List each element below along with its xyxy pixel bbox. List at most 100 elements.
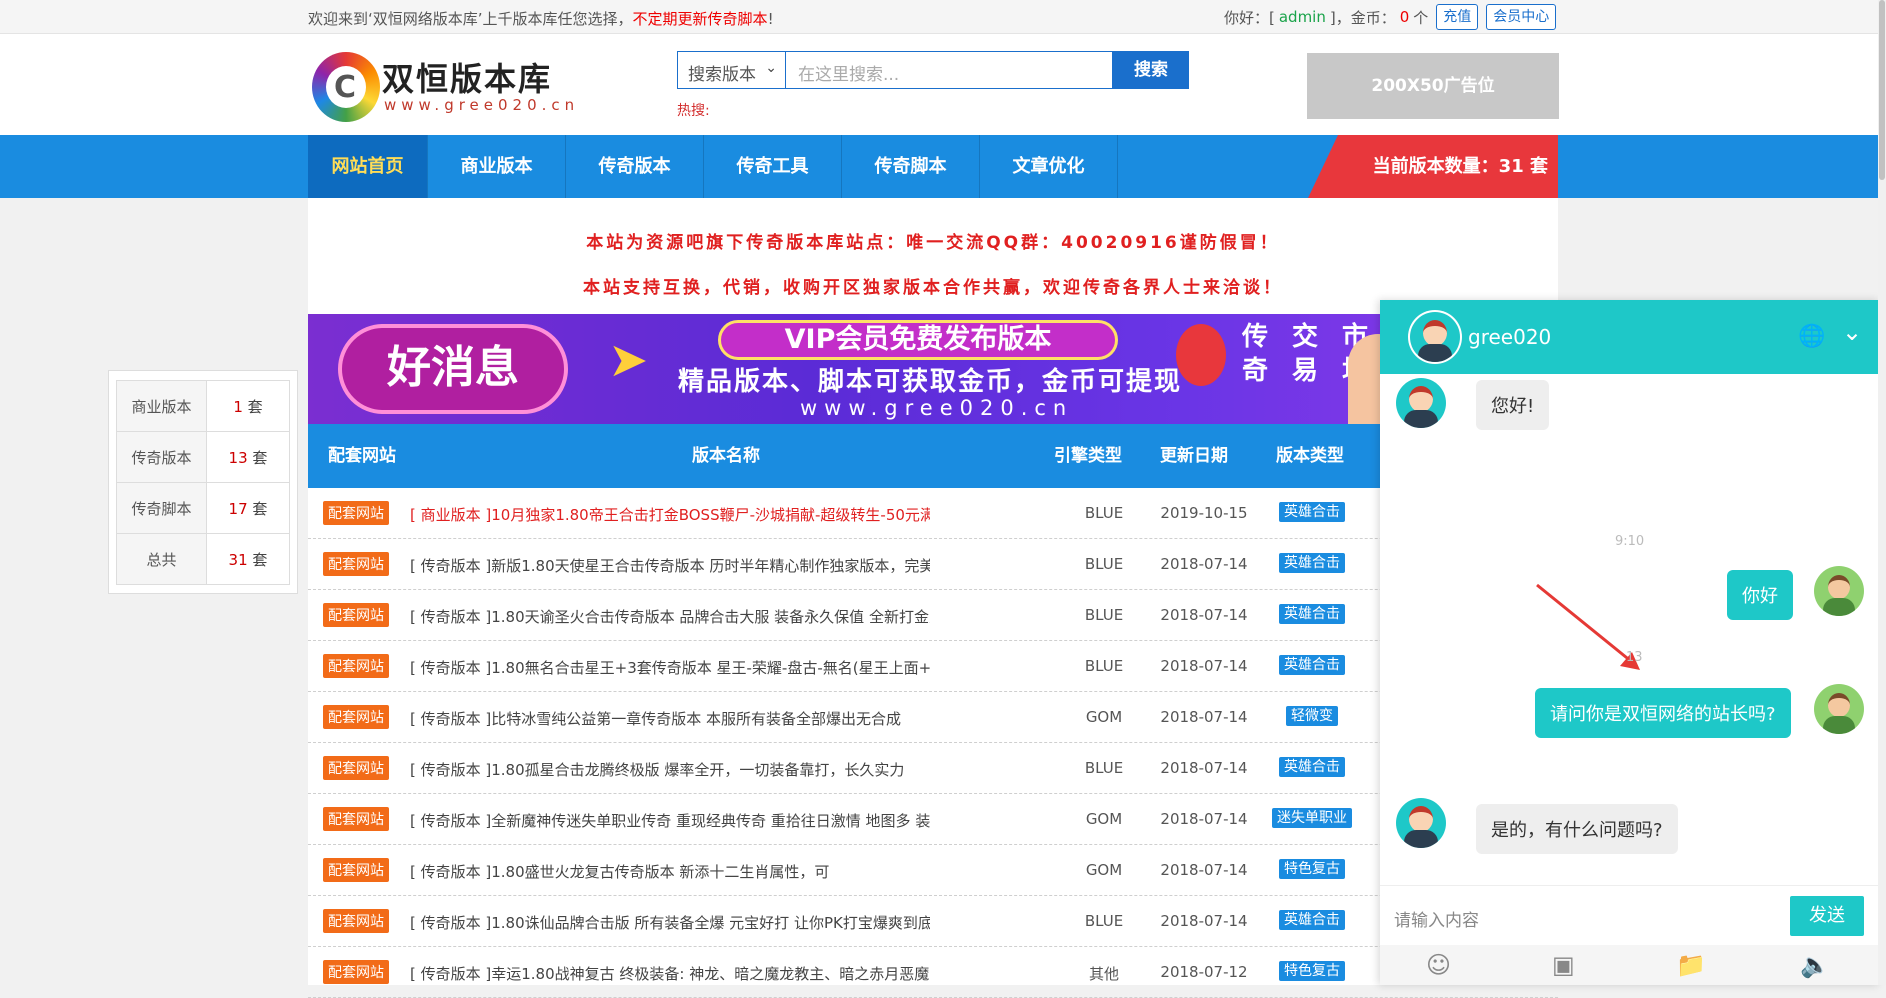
chat-input[interactable]: 请输入内容 <box>1394 906 1479 931</box>
page-scrollbar[interactable] <box>1878 0 1886 985</box>
version-type[interactable]: 英雄合击 <box>1272 756 1352 777</box>
version-type-badge[interactable]: 英雄合击 <box>1279 910 1345 930</box>
image-icon[interactable]: ▣ <box>1552 951 1575 979</box>
version-type[interactable]: 迷失单职业 <box>1272 807 1352 828</box>
chat-message-agent: 是的，有什么问题吗? <box>1476 804 1678 854</box>
version-type[interactable]: 英雄合击 <box>1272 603 1352 624</box>
version-type[interactable]: 特色复古 <box>1272 858 1352 879</box>
site-badge[interactable]: 配套网站 <box>323 705 389 729</box>
good-news-badge: 好消息 <box>338 324 568 414</box>
version-type[interactable]: 英雄合击 <box>1272 552 1352 573</box>
nav-item-home[interactable]: 网站首页 <box>308 135 428 198</box>
version-type-badge[interactable]: 轻微变 <box>1286 706 1338 726</box>
version-title[interactable]: [ 传奇版本 ]1.80孤星合击龙腾终极版 爆率全开，一切装备靠打，长久实力 <box>410 759 930 780</box>
search-button[interactable]: 搜索 <box>1113 51 1189 89</box>
version-type-badge[interactable]: 英雄合击 <box>1279 604 1345 624</box>
search-type-select[interactable]: 搜索版本 ⌄ <box>677 51 785 89</box>
site-badge[interactable]: 配套网站 <box>323 909 389 933</box>
engine-type: BLUE <box>1084 657 1124 675</box>
logo-mark: C <box>312 52 380 122</box>
site-badge[interactable]: 配套网站 <box>323 756 389 780</box>
recharge-button[interactable]: 充值 <box>1436 4 1479 30</box>
site-logo[interactable]: C 双恒版本库 www.gree020.cn <box>312 52 582 122</box>
site-badge[interactable]: 配套网站 <box>323 552 389 576</box>
version-title[interactable]: [ 传奇版本 ]幸运1.80战神复古 终极装备: 神龙、暗之魔龙教主、暗之赤月恶… <box>410 963 930 984</box>
version-type-badge[interactable]: 英雄合击 <box>1279 655 1345 675</box>
vip-subtitle: 精品版本、脚本可获取金币，金币可提现 <box>678 367 1183 397</box>
version-type[interactable]: 特色复古 <box>1272 960 1352 981</box>
member-center-button[interactable]: 会员中心 <box>1486 4 1557 30</box>
update-date: 2019-10-15 <box>1160 504 1248 522</box>
stats-panel: 商业版本 1 套 传奇版本 13 套 传奇脚本 17 套 总共 31 套 <box>108 370 298 594</box>
folder-icon[interactable]: 📁 <box>1676 951 1706 979</box>
version-type-badge[interactable]: 英雄合击 <box>1279 553 1345 573</box>
update-date: 2018-07-14 <box>1160 657 1248 675</box>
rocket-icon: ➤ <box>608 332 649 388</box>
nav-item-legend-tools[interactable]: 传奇工具 <box>704 135 842 198</box>
user-info: 你好：[ admin ]，金币： 0 个 充值 会员中心 <box>1224 4 1557 30</box>
welcome-text: 欢迎来到‘双恒网络版本库’上千版本库任您选择，不定期更新传奇脚本! <box>308 8 774 29</box>
stats-row: 总共 31 套 <box>116 533 290 585</box>
ad-placeholder[interactable]: 200X50广告位 <box>1307 53 1559 119</box>
stats-value: 1 套 <box>206 380 290 432</box>
vip-banner[interactable]: 好消息 ➤ VIP会员免费发布版本 精品版本、脚本可获取金币，金币可提现 www… <box>308 314 1558 424</box>
nav-item-legend-script[interactable]: 传奇脚本 <box>842 135 980 198</box>
nav-item-commercial[interactable]: 商业版本 <box>428 135 566 198</box>
chat-header: gree020 🌐 ⌄ <box>1380 300 1880 374</box>
lantern-icon <box>1176 324 1226 386</box>
version-title[interactable]: [ 传奇版本 ]1.80天谕圣火合击传奇版本 品牌合击大服 装备永久保值 全新打… <box>410 606 930 627</box>
version-type-badge[interactable]: 迷失单职业 <box>1272 808 1352 828</box>
update-date: 2018-07-14 <box>1160 861 1248 879</box>
table-row: 配套网站 [ 传奇版本 ]全新魔神传迷失单职业传奇 重现经典传奇 重拾往日激情 地… <box>308 794 1558 845</box>
site-badge[interactable]: 配套网站 <box>323 807 389 831</box>
version-title[interactable]: [ 传奇版本 ]比特冰雪纯公益第一章传奇版本 本服所有装备全部爆出无合成 <box>410 708 930 729</box>
version-type-badge[interactable]: 英雄合击 <box>1279 757 1345 777</box>
version-title[interactable]: [ 传奇版本 ]1.80盛世火龙复古传奇版本 新添十二生肖属性，可 <box>410 861 930 882</box>
vip-title: VIP会员免费发布版本 <box>718 320 1118 360</box>
version-type-badge[interactable]: 特色复古 <box>1279 859 1345 879</box>
site-badge[interactable]: 配套网站 <box>323 858 389 882</box>
site-badge[interactable]: 配套网站 <box>323 603 389 627</box>
gold-value: 0 <box>1399 8 1410 26</box>
version-type-badge[interactable]: 英雄合击 <box>1279 502 1345 522</box>
version-title[interactable]: [ 传奇版本 ]1.80無名合击星王+3套传奇版本 星王-荣耀-盘古-無名(星王… <box>410 657 930 678</box>
update-date: 2018-07-14 <box>1160 810 1248 828</box>
col-type: 版本类型 <box>1276 446 1344 466</box>
username[interactable]: admin <box>1279 8 1326 26</box>
col-engine: 引擎类型 <box>1054 446 1122 466</box>
emoji-icon[interactable]: ☺ <box>1426 951 1451 979</box>
speaker-icon[interactable]: 🔈 <box>1800 951 1830 979</box>
chat-widget: gree020 🌐 ⌄ 您好! 9:10 你好 13 请问你是双恒网络的站长吗?… <box>1380 300 1880 985</box>
top-bar: 欢迎来到‘双恒网络版本库’上千版本库任您选择，不定期更新传奇脚本! 你好：[ a… <box>0 0 1886 34</box>
site-badge[interactable]: 配套网站 <box>323 501 389 525</box>
table-row: 配套网站 [ 传奇版本 ]比特冰雪纯公益第一章传奇版本 本服所有装备全部爆出无合成… <box>308 692 1558 743</box>
table-row: 配套网站 [ 传奇版本 ]1.80無名合击星王+3套传奇版本 星王-荣耀-盘古-無… <box>308 641 1558 692</box>
send-button[interactable]: 发送 <box>1790 896 1864 936</box>
version-type-badge[interactable]: 特色复古 <box>1279 961 1345 981</box>
version-type[interactable]: 轻微变 <box>1272 705 1352 726</box>
version-title[interactable]: [ 传奇版本 ]全新魔神传迷失单职业传奇 重现经典传奇 重拾往日激情 地图多 装 <box>410 810 930 831</box>
site-badge[interactable]: 配套网站 <box>323 960 389 984</box>
nav-item-legend-version[interactable]: 传奇版本 <box>566 135 704 198</box>
version-title[interactable]: [ 传奇版本 ]新版1.80天使星王合击传奇版本 历时半年精心制作独家版本，完美 <box>410 555 930 576</box>
stats-label: 传奇版本 <box>116 431 207 483</box>
version-type[interactable]: 英雄合击 <box>1272 654 1352 675</box>
stats-label: 商业版本 <box>116 380 207 432</box>
globe-icon[interactable]: 🌐 <box>1798 324 1825 349</box>
version-title[interactable]: [ 传奇版本 ]1.80诛仙品牌合击版 所有装备全爆 元宝好打 让你PK打宝爆爽… <box>410 912 930 933</box>
update-date: 2018-07-14 <box>1160 606 1248 624</box>
welcome-suffix: ! <box>767 10 774 28</box>
version-type[interactable]: 英雄合击 <box>1272 909 1352 930</box>
scrollbar-thumb[interactable] <box>1879 0 1885 180</box>
nav-item-article[interactable]: 文章优化 <box>980 135 1118 198</box>
avatar <box>1814 566 1864 616</box>
hot-search-label: 热搜: <box>677 103 710 119</box>
version-title[interactable]: [ 商业版本 ]10月独家1.80帝王合击打金BOSS鞭尸-沙城捐献-超级转生-… <box>410 504 930 525</box>
gold-unit: 个 <box>1413 8 1429 27</box>
table-row: 配套网站 [ 传奇版本 ]1.80诛仙品牌合击版 所有装备全爆 元宝好打 让你PK… <box>308 896 1558 947</box>
chevron-down-icon[interactable]: ⌄ <box>1842 318 1862 346</box>
chevron-down-icon: ⌄ <box>765 60 777 76</box>
version-type[interactable]: 英雄合击 <box>1272 501 1352 522</box>
search-input[interactable]: 在这里搜索... <box>785 51 1113 89</box>
site-badge[interactable]: 配套网站 <box>323 654 389 678</box>
